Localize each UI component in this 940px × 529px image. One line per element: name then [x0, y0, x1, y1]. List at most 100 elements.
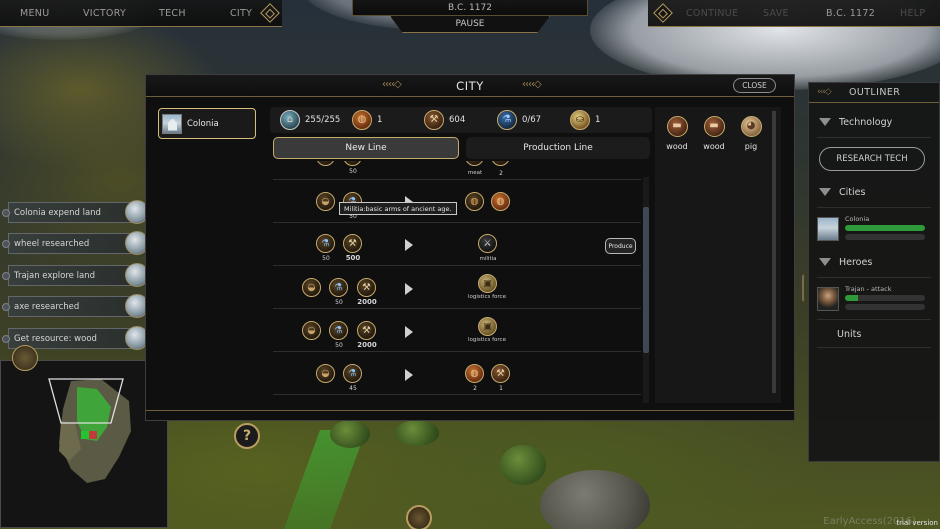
section-heroes[interactable]: Heroes	[819, 257, 872, 268]
gold-icon: ⛀	[570, 110, 590, 130]
tech-button[interactable]: TECH	[159, 8, 186, 19]
wood-icon: ▬	[666, 115, 688, 137]
chevron-right-icon: ‹‹‹‹◇	[522, 79, 542, 90]
axe-icon: ⚔	[478, 234, 497, 253]
close-button[interactable]: CLOSE	[733, 78, 776, 93]
resource-production: ⚒ 604	[424, 110, 465, 130]
production-row[interactable]: ◒ ⚗ 45 ◍ ⚒ 2 1	[273, 352, 641, 395]
flask-icon: ⚗	[343, 364, 362, 383]
food-icon: ◍	[352, 110, 372, 130]
tooltip: Militia:basic arms of ancient age.	[339, 202, 457, 215]
production-row[interactable]: ◒ ⚗ ⚒ 50 2000 ▣ logistics force	[273, 266, 641, 309]
meat-icon: ◍	[465, 161, 484, 166]
food-icon: ◍	[465, 364, 484, 383]
production-list[interactable]: ◒ ⚗ 50 ◍ ◍ meat 2 ◒ ⚗ 50 ◍ ◍ ⚗ ⚒ 50 500 …	[273, 161, 646, 404]
city-thumbnail-icon	[817, 217, 839, 241]
event-item[interactable]: Trajan explore land	[2, 263, 149, 287]
research-tech-button[interactable]: RESEARCH TECH	[819, 147, 925, 171]
tab-production-line[interactable]: Production Line	[466, 137, 650, 159]
output-amount: 1	[499, 385, 503, 392]
divider	[817, 347, 931, 348]
wood-icon: ▬	[703, 115, 725, 137]
event-item[interactable]: Colonia expend land	[2, 200, 149, 224]
section-label: Technology	[839, 117, 893, 128]
input-amount: 500	[345, 254, 361, 262]
minimap[interactable]	[0, 360, 168, 528]
input-amount: 2000	[357, 298, 377, 306]
event-text: wheel researched	[14, 238, 90, 249]
hero-portrait-icon	[817, 287, 839, 311]
continue-button[interactable]: CONTINUE	[686, 8, 738, 19]
victory-button[interactable]: VICTORY	[83, 8, 126, 19]
crate-icon: ▣	[478, 317, 497, 336]
inventory-scrollbar[interactable]	[772, 111, 776, 393]
event-text: Colonia expend land	[14, 207, 101, 218]
hero-entry[interactable]: Trajan - attack	[817, 285, 933, 313]
resource-food: ◍ 1	[352, 110, 382, 130]
city-tab-colonia[interactable]: Colonia	[158, 108, 256, 139]
inventory-panel: ▬ wood ▬ wood ◕ pig	[655, 107, 781, 403]
pin-icon	[2, 209, 10, 217]
hero-name: Trajan - attack	[845, 285, 892, 293]
production-row[interactable]: ⚗ ⚒ 50 500 ⚔ militia	[273, 223, 641, 266]
collapse-handle[interactable]	[796, 274, 804, 302]
divider	[817, 277, 931, 278]
hammer-icon: ⚒	[343, 234, 362, 253]
input-amount: 50	[335, 342, 343, 349]
divider	[817, 207, 931, 208]
section-cities[interactable]: Cities	[819, 187, 865, 198]
list-scrollbar[interactable]	[643, 177, 649, 403]
city-button[interactable]: CITY	[230, 8, 252, 19]
outliner-title-bar: ‹‹‹◇ OUTLINER	[809, 83, 939, 103]
inventory-label: pig	[744, 141, 758, 151]
inventory-label: wood	[666, 141, 688, 151]
event-item[interactable]: axe researched	[2, 294, 149, 318]
production-row[interactable]: ◒ ⚗ 50 ◍ ◍ meat 2	[273, 161, 641, 180]
date-right: B.C. 1172	[826, 7, 876, 19]
city-title-bar: ‹‹‹‹◇ CITY ‹‹‹‹◇ CLOSE	[146, 75, 794, 97]
help-icon[interactable]: ?	[234, 423, 260, 449]
resource-bar: ⌂ 255/255 ◍ 1 ⚒ 604 ⚗ 0/67 ⛀ 1	[270, 107, 652, 133]
output-label: logistics force	[468, 294, 506, 300]
city-entry[interactable]: Colonia	[817, 215, 933, 243]
output-amount: 2	[473, 385, 477, 392]
section-technology[interactable]: Technology	[819, 117, 892, 128]
scroll-icon[interactable]	[406, 505, 432, 529]
tab-new-line[interactable]: New Line	[273, 137, 459, 159]
axe-icon: ⚒	[491, 364, 510, 383]
arrow-right-icon	[405, 326, 413, 338]
section-units[interactable]: Units	[837, 329, 861, 340]
pin-icon	[2, 335, 10, 343]
production-row[interactable]: ◒ ⚗ 50 ◍ ◍	[273, 180, 641, 223]
event-item[interactable]: wheel researched	[2, 231, 149, 255]
scrollbar-thumb[interactable]	[643, 207, 649, 353]
meat-icon: ◍	[465, 192, 484, 211]
event-text: axe researched	[14, 301, 80, 312]
input-amount: 50	[335, 299, 343, 306]
inventory-item[interactable]: ◕ pig	[733, 113, 769, 151]
menu-button[interactable]: MENU	[20, 8, 49, 19]
minimap-terrain	[48, 378, 131, 483]
collapse-triangle-icon	[819, 258, 831, 266]
flask-icon: ⚗	[329, 321, 348, 340]
bag-icon: ◒	[302, 278, 321, 297]
event-text: Get resource: wood	[14, 333, 97, 344]
save-button[interactable]: SAVE	[763, 8, 789, 19]
production-row[interactable]: ◒ ⚗ ⚒ 50 2000 ▣ logistics force	[273, 309, 641, 352]
flask-icon: ⚗	[497, 110, 517, 130]
help-button[interactable]: HELP	[900, 8, 925, 19]
hero-secondary-bar	[845, 304, 925, 310]
produce-button[interactable]: Produce	[605, 238, 636, 254]
inventory-item[interactable]: ▬ wood	[659, 113, 695, 151]
inventory-item[interactable]: ▬ wood	[696, 113, 732, 151]
city-window: ‹‹‹‹◇ CITY ‹‹‹‹◇ CLOSE Colonia ⌂ 255/255…	[145, 74, 795, 421]
input-amount: 50	[322, 255, 330, 262]
city-progress-bar	[845, 225, 925, 231]
bag-icon: ◒	[316, 364, 335, 383]
compass-icon[interactable]	[12, 345, 38, 371]
arrow-right-icon	[405, 283, 413, 295]
event-text: Trajan explore land	[14, 270, 95, 281]
pig-icon: ◕	[740, 115, 762, 137]
resource-value: 604	[449, 115, 466, 125]
output-label: militia	[479, 256, 497, 262]
